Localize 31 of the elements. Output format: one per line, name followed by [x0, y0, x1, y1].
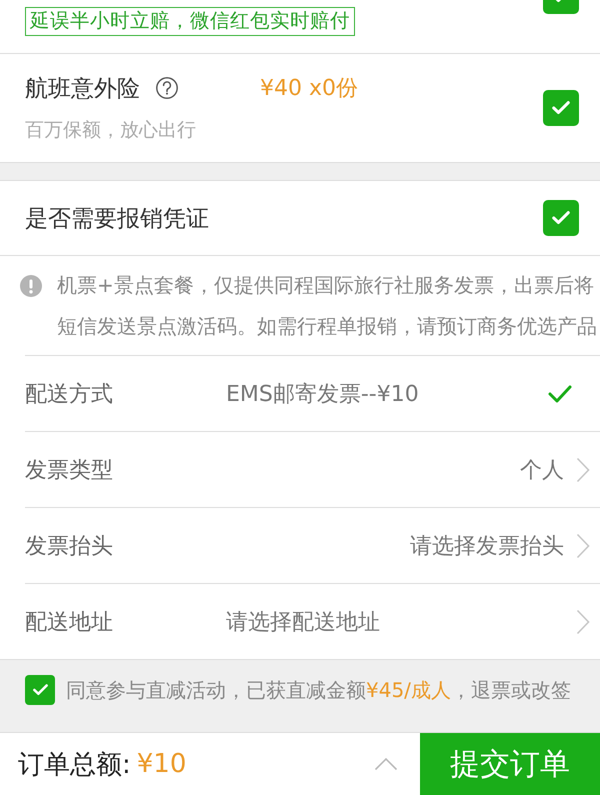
chevron-right-icon[interactable]	[576, 532, 590, 558]
insurance-price: ¥40 x0份	[260, 75, 358, 103]
delay-compensation-tag: 延误半小时立赔，微信红包实时赔付	[25, 7, 355, 36]
row-label: 发票抬头	[25, 532, 114, 560]
chevron-right-icon[interactable]	[576, 456, 590, 482]
row-label: 配送地址	[25, 608, 114, 636]
insurance-name: 航班意外险	[25, 74, 140, 104]
check-icon	[32, 684, 48, 696]
help-icon[interactable]	[156, 77, 178, 99]
row-value[interactable]: 请选择发票抬头	[410, 530, 564, 560]
checkbox[interactable]	[543, 90, 579, 126]
submit-order-button[interactable]: 提交订单	[420, 733, 600, 795]
order-total-label: 订单总额:	[18, 748, 131, 782]
checkbox[interactable]	[25, 675, 55, 705]
agreement-text: 同意参与直减活动，已获直减金额¥45/成人，退票或改签	[66, 677, 571, 704]
row-label: 配送方式	[25, 380, 114, 408]
row-value[interactable]: 个人	[520, 454, 564, 484]
reimbursement-label: 是否需要报销凭证	[25, 204, 209, 234]
row-value[interactable]: 请选择配送地址	[226, 606, 564, 636]
row-value: EMS邮寄发票--¥10	[226, 380, 420, 408]
notice-text: 机票+景点套餐，仅提供同程国际旅行社服务发票，出票后将短信发送景点激活码。如需行程单报销，请预订商务优选产品	[57, 272, 598, 340]
check-icon	[548, 384, 572, 404]
checkbox[interactable]	[543, 200, 579, 236]
chevron-right-icon[interactable]	[576, 608, 590, 634]
exclamation-icon	[20, 274, 42, 296]
insurance-subtitle: 百万保额，放心出行	[25, 118, 197, 143]
order-total-amount: ¥10	[136, 749, 186, 779]
check-icon	[552, 101, 570, 115]
check-icon	[552, 211, 570, 225]
chevron-up-icon[interactable]	[374, 757, 398, 771]
row-label: 发票类型	[25, 456, 114, 484]
